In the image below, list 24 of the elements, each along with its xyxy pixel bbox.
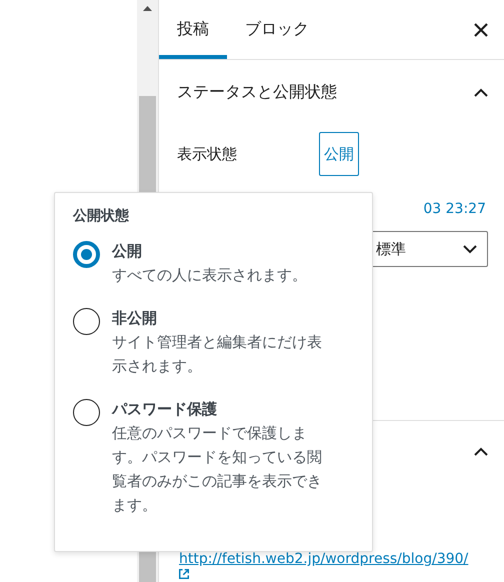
option-label: パスワード保護 xyxy=(112,399,218,420)
radio-button[interactable] xyxy=(73,241,100,268)
permalink-link[interactable]: http://fetish.web2.jp/wordpress/blog/390/ xyxy=(179,551,504,567)
chevron-down-icon xyxy=(463,244,477,254)
scroll-up-icon[interactable] xyxy=(143,6,152,11)
sidebar-tab[interactable]: ブロック xyxy=(227,0,327,59)
chevron-up-icon xyxy=(474,447,488,456)
popover-title: 公開状態 xyxy=(73,207,130,225)
option-description: サイト管理者と編集者にだけ表示されます。 xyxy=(112,332,323,377)
radio-button[interactable] xyxy=(73,308,100,335)
panel-title: ステータスと公開状態 xyxy=(177,82,337,102)
option-label: 公開 xyxy=(112,241,143,262)
option-description: 任意のパスワードで保護します。パスワードを知っている閲覧者のみがこの記事を表示できます。 xyxy=(112,423,323,516)
option-label: 非公開 xyxy=(112,308,158,329)
panel-header[interactable]: ステータスと公開状態 xyxy=(159,60,504,124)
radio-button[interactable] xyxy=(73,399,100,426)
visibility-label: 表示状態 xyxy=(177,144,238,164)
external-link-icon xyxy=(179,569,189,579)
option-description: すべての人に表示されます。 xyxy=(112,265,308,286)
chevron-up-icon xyxy=(474,88,488,96)
publish-date-link[interactable]: 03 23:27 xyxy=(423,201,486,217)
sidebar-tab[interactable]: 投稿 xyxy=(159,0,227,59)
close-icon xyxy=(474,22,488,36)
visibility-button[interactable]: 公開 xyxy=(319,132,359,176)
